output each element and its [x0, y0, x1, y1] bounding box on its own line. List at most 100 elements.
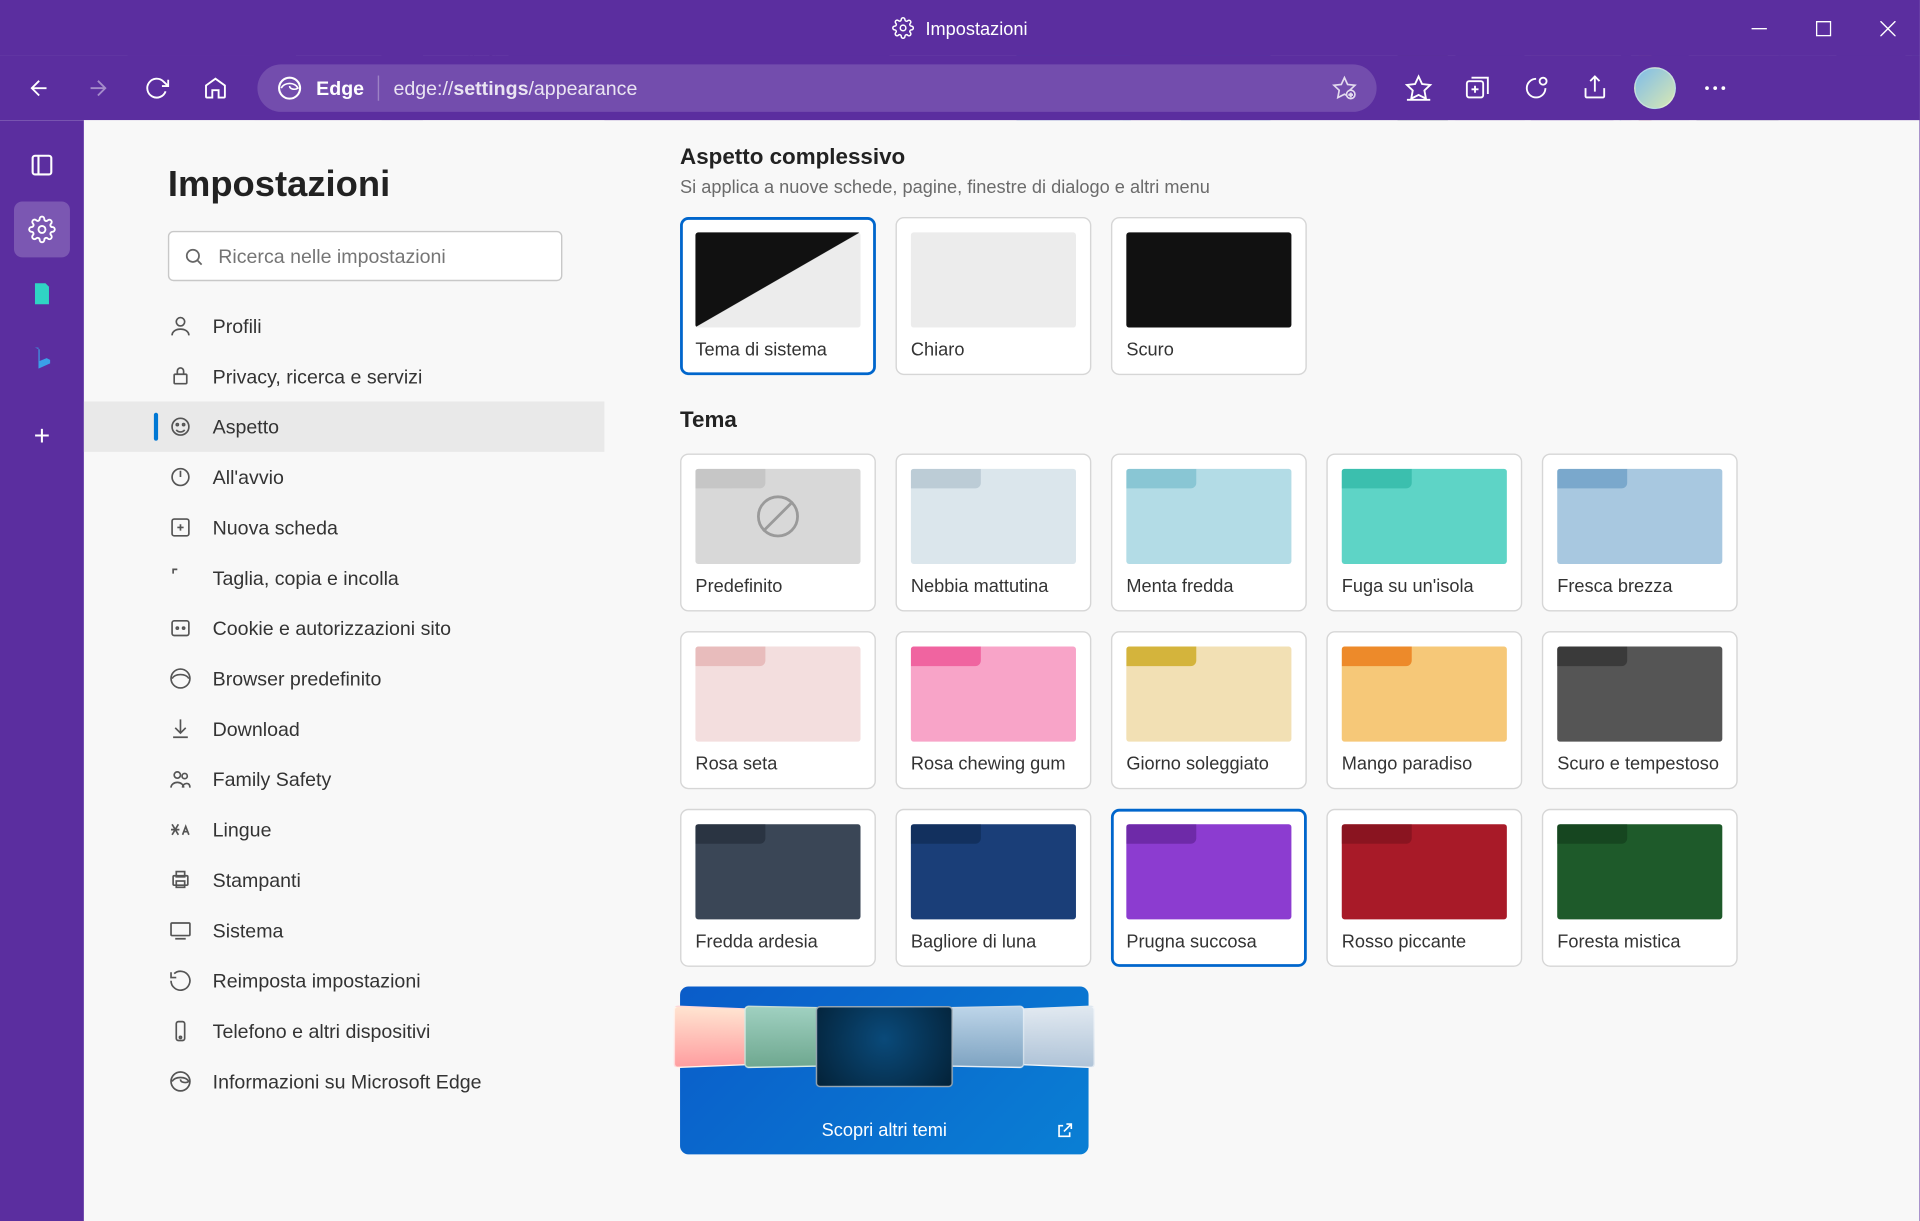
nav-label: Profili — [213, 315, 262, 337]
nav-icon — [168, 364, 193, 389]
nav-label: Informazioni su Microsoft Edge — [213, 1070, 482, 1092]
address-bar[interactable]: Edge edge://settings/appearance + — [257, 64, 1376, 112]
nav-icon — [168, 1069, 193, 1094]
look-label: Chiaro — [911, 339, 1076, 360]
nav-icon — [168, 666, 193, 691]
nav-item-taglia-copia-e-incolla[interactable]: Taglia, copia e incolla — [84, 553, 604, 603]
theme-option[interactable]: Nebbia mattutina — [895, 453, 1091, 611]
close-button[interactable] — [1855, 0, 1919, 56]
look-preview — [1126, 232, 1291, 327]
nav-icon — [168, 616, 193, 641]
profile-avatar[interactable] — [1634, 67, 1676, 109]
look-option-light[interactable]: Chiaro — [895, 217, 1091, 375]
theme-option[interactable]: Mango paradiso — [1326, 631, 1522, 789]
window-title: Impostazioni — [925, 17, 1027, 38]
discover-thumbs — [648, 1006, 1121, 1087]
theme-preview — [911, 824, 1076, 919]
external-link-icon — [1055, 1121, 1075, 1141]
theme-options: PredefinitoNebbia mattutinaMenta fredda F… — [680, 453, 1771, 1154]
nav-item-cookie-e-autorizzazioni-sito[interactable]: Cookie e autorizzazioni sito — [84, 603, 604, 653]
overall-look-title: Aspetto complessivo — [680, 145, 1920, 170]
favorite-star-icon[interactable]: + — [1332, 76, 1357, 101]
nav-item-all-avvio[interactable]: All'avvio — [84, 452, 604, 502]
favorites-button[interactable] — [1391, 60, 1447, 116]
nav-label: Browser predefinito — [213, 667, 382, 689]
maximize-button[interactable] — [1791, 0, 1855, 56]
nav-label: All'avvio — [213, 466, 284, 488]
vstrip-tabs-icon[interactable] — [14, 137, 70, 193]
vstrip-add-button[interactable]: + — [14, 409, 70, 465]
nav-label: Nuova scheda — [213, 516, 338, 538]
minimize-button[interactable] — [1726, 0, 1790, 56]
nav-icon — [168, 817, 193, 842]
theme-option[interactable]: Foresta mistica — [1542, 809, 1738, 967]
nav-item-profili[interactable]: Profili — [84, 301, 604, 351]
nav-icon — [168, 867, 193, 892]
nav-item-stampanti[interactable]: Stampanti — [84, 855, 604, 905]
theme-option[interactable]: Prugna succosa — [1111, 809, 1307, 967]
theme-label: Foresta mistica — [1557, 930, 1722, 951]
settings-search[interactable] — [168, 231, 563, 281]
gear-icon — [892, 17, 914, 39]
back-button[interactable] — [11, 60, 67, 116]
theme-option[interactable]: Predefinito — [680, 453, 876, 611]
nav-label: Sistema — [213, 919, 284, 941]
look-label: Scuro — [1126, 339, 1291, 360]
look-label: Tema di sistema — [695, 339, 860, 360]
nav-item-privacy-ricerca-e-servizi[interactable]: Privacy, ricerca e servizi — [84, 351, 604, 401]
theme-option[interactable]: Scuro e tempestoso — [1542, 631, 1738, 789]
nav-item-family-safety[interactable]: Family Safety — [84, 754, 604, 804]
theme-option[interactable]: Rosa chewing gum — [895, 631, 1091, 789]
theme-option[interactable]: Rosso piccante — [1326, 809, 1522, 967]
nav-item-sistema[interactable]: Sistema — [84, 905, 604, 955]
look-option-system[interactable]: Tema di sistema — [680, 217, 876, 375]
refresh-button[interactable] — [129, 60, 185, 116]
nav-item-telefono-e-altri-dispositivi[interactable]: Telefono e altri dispositivi — [84, 1006, 604, 1056]
theme-option[interactable]: Giorno soleggiato — [1111, 631, 1307, 789]
theme-option[interactable]: Menta fredda — [1111, 453, 1307, 611]
nav-item-reimposta-impostazioni[interactable]: Reimposta impostazioni — [84, 956, 604, 1006]
theme-option[interactable]: Rosa seta — [680, 631, 876, 789]
nav-item-informazioni-su-microsoft-edge[interactable]: Informazioni su Microsoft Edge — [84, 1056, 604, 1106]
collections-button[interactable] — [1449, 60, 1505, 116]
share-button[interactable] — [1567, 60, 1623, 116]
nav-item-browser-predefinito[interactable]: Browser predefinito — [84, 653, 604, 703]
nav-item-download[interactable]: Download — [84, 704, 604, 754]
theme-label: Fuga su un'isola — [1342, 575, 1507, 596]
extensions-button[interactable] — [1508, 60, 1564, 116]
overall-look-options: Tema di sistema Chiaro Scuro — [680, 217, 1920, 375]
settings-sidebar: Impostazioni ProfiliPrivacy, ricerca e s… — [84, 120, 604, 1221]
vstrip-bing-icon[interactable] — [14, 330, 70, 386]
search-input[interactable] — [218, 245, 547, 267]
look-preview — [911, 232, 1076, 327]
nav-icon — [168, 565, 193, 590]
titlebar: Impostazioni — [0, 0, 1919, 56]
vstrip-settings-icon[interactable] — [14, 201, 70, 257]
more-menu-button[interactable] — [1687, 60, 1743, 116]
theme-preview — [911, 646, 1076, 741]
nav-icon — [168, 1018, 193, 1043]
nav-item-nuova-scheda[interactable]: Nuova scheda — [84, 502, 604, 552]
theme-label: Bagliore di luna — [911, 930, 1076, 951]
nav-icon — [168, 313, 193, 338]
nav-item-aspetto[interactable]: Aspetto — [84, 402, 604, 452]
nav-label: Reimposta impostazioni — [213, 970, 421, 992]
theme-option[interactable]: Fredda ardesia — [680, 809, 876, 967]
search-icon — [183, 246, 204, 267]
theme-option[interactable]: Fuga su un'isola — [1326, 453, 1522, 611]
home-button[interactable] — [187, 60, 243, 116]
discover-themes-card[interactable]: Scopri altri temi — [680, 986, 1089, 1154]
nav-label: Telefono e altri dispositivi — [213, 1020, 431, 1042]
settings-nav: Profili Privacy, ricerca e serviziAspetto… — [84, 301, 604, 1107]
address-separator — [378, 76, 379, 101]
theme-option[interactable]: Fresca brezza — [1542, 453, 1738, 611]
theme-option[interactable]: Bagliore di luna — [895, 809, 1091, 967]
vstrip-files-icon[interactable] — [14, 266, 70, 322]
forward-button[interactable] — [70, 60, 126, 116]
edge-logo-icon — [277, 76, 302, 101]
nav-item-lingue[interactable]: Lingue — [84, 804, 604, 854]
theme-label: Fredda ardesia — [695, 930, 860, 951]
theme-preview — [1557, 469, 1722, 564]
nav-icon — [168, 515, 193, 540]
look-option-dark[interactable]: Scuro — [1111, 217, 1307, 375]
